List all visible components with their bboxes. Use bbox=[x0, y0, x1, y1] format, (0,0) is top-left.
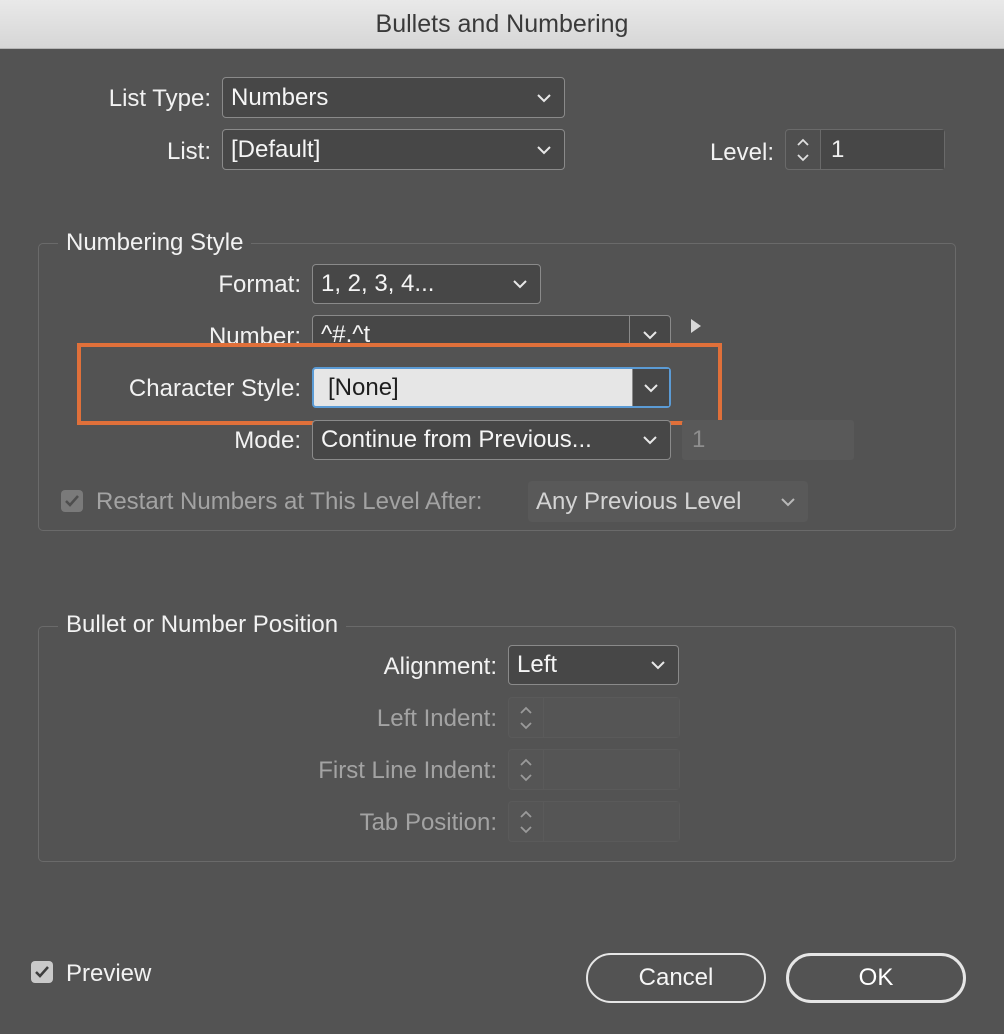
character-style-label: Character Style: bbox=[128, 375, 301, 402]
chevron-down-icon bbox=[520, 825, 532, 833]
list-type-select[interactable]: Numbers bbox=[222, 77, 565, 118]
tab-position-stepper[interactable] bbox=[508, 801, 680, 842]
left-indent-field[interactable] bbox=[544, 698, 679, 737]
mode-value: Continue from Previous... bbox=[321, 426, 592, 453]
mode-label: Mode: bbox=[234, 427, 301, 454]
mode-start-field[interactable]: 1 bbox=[682, 420, 854, 460]
first-line-indent-stepper-arrows[interactable] bbox=[509, 750, 544, 789]
restart-numbers-checkbox[interactable] bbox=[61, 490, 83, 512]
chevron-up-icon bbox=[797, 138, 809, 146]
first-line-indent-stepper[interactable] bbox=[508, 749, 680, 790]
chevron-down-icon bbox=[524, 93, 564, 103]
alignment-label: Alignment: bbox=[383, 653, 497, 680]
chevron-up-icon bbox=[520, 810, 532, 818]
list-value: [Default] bbox=[231, 135, 321, 163]
list-label: List: bbox=[166, 138, 211, 165]
tab-position-stepper-arrows[interactable] bbox=[509, 802, 544, 841]
tab-position-field[interactable] bbox=[544, 802, 679, 841]
mode-select[interactable]: Continue from Previous... bbox=[312, 420, 671, 460]
character-style-field[interactable]: [None] bbox=[314, 374, 632, 402]
chevron-down-icon bbox=[630, 435, 670, 445]
ok-button[interactable]: OK bbox=[786, 953, 966, 1003]
checkmark-icon bbox=[35, 966, 49, 978]
chevron-up-icon bbox=[520, 706, 532, 714]
left-indent-stepper[interactable] bbox=[508, 697, 680, 738]
checkmark-icon bbox=[65, 495, 79, 507]
character-style-combobox[interactable]: [None] bbox=[312, 367, 671, 408]
cancel-button[interactable]: Cancel bbox=[586, 953, 766, 1003]
left-indent-label: Left Indent: bbox=[376, 705, 497, 732]
alignment-select[interactable]: Left bbox=[508, 645, 679, 685]
level-stepper[interactable]: 1 bbox=[785, 129, 945, 170]
preview-label: Preview bbox=[66, 960, 152, 987]
chevron-down-icon bbox=[500, 279, 540, 289]
level-field[interactable]: 1 bbox=[821, 130, 944, 169]
position-group bbox=[38, 626, 956, 862]
numbering-style-title: Numbering Style bbox=[58, 229, 252, 257]
format-value: 1, 2, 3, 4... bbox=[321, 270, 435, 297]
chevron-down-icon bbox=[520, 721, 532, 729]
chevron-down-icon bbox=[520, 773, 532, 781]
level-stepper-arrows[interactable] bbox=[786, 130, 821, 169]
chevron-down-icon bbox=[797, 153, 809, 161]
window-titlebar: Bullets and Numbering bbox=[0, 0, 1004, 49]
tab-position-label: Tab Position: bbox=[359, 809, 497, 836]
format-label: Format: bbox=[218, 271, 301, 298]
list-type-value: Numbers bbox=[231, 83, 329, 111]
restart-level-value: Any Previous Level bbox=[536, 487, 742, 515]
left-indent-stepper-arrows[interactable] bbox=[509, 698, 544, 737]
level-label: Level: bbox=[709, 139, 774, 166]
restart-numbers-label: Restart Numbers at This Level After: bbox=[96, 488, 483, 515]
restart-level-select[interactable]: Any Previous Level bbox=[528, 481, 808, 522]
chevron-down-icon bbox=[524, 145, 564, 155]
window-title: Bullets and Numbering bbox=[375, 9, 629, 38]
chevron-down-icon[interactable] bbox=[632, 369, 669, 406]
list-type-label: List Type: bbox=[108, 85, 211, 112]
list-select[interactable]: [Default] bbox=[222, 129, 565, 170]
chevron-down-icon bbox=[768, 497, 808, 507]
first-line-indent-label: First Line Indent: bbox=[318, 757, 497, 784]
position-title: Bullet or Number Position bbox=[58, 611, 347, 639]
chevron-up-icon bbox=[520, 758, 532, 766]
preview-checkbox[interactable] bbox=[31, 961, 53, 983]
insert-special-character-icon[interactable] bbox=[690, 318, 702, 339]
first-line-indent-field[interactable] bbox=[544, 750, 679, 789]
chevron-down-icon bbox=[638, 660, 678, 670]
format-select[interactable]: 1, 2, 3, 4... bbox=[312, 264, 541, 304]
alignment-value: Left bbox=[517, 651, 558, 678]
